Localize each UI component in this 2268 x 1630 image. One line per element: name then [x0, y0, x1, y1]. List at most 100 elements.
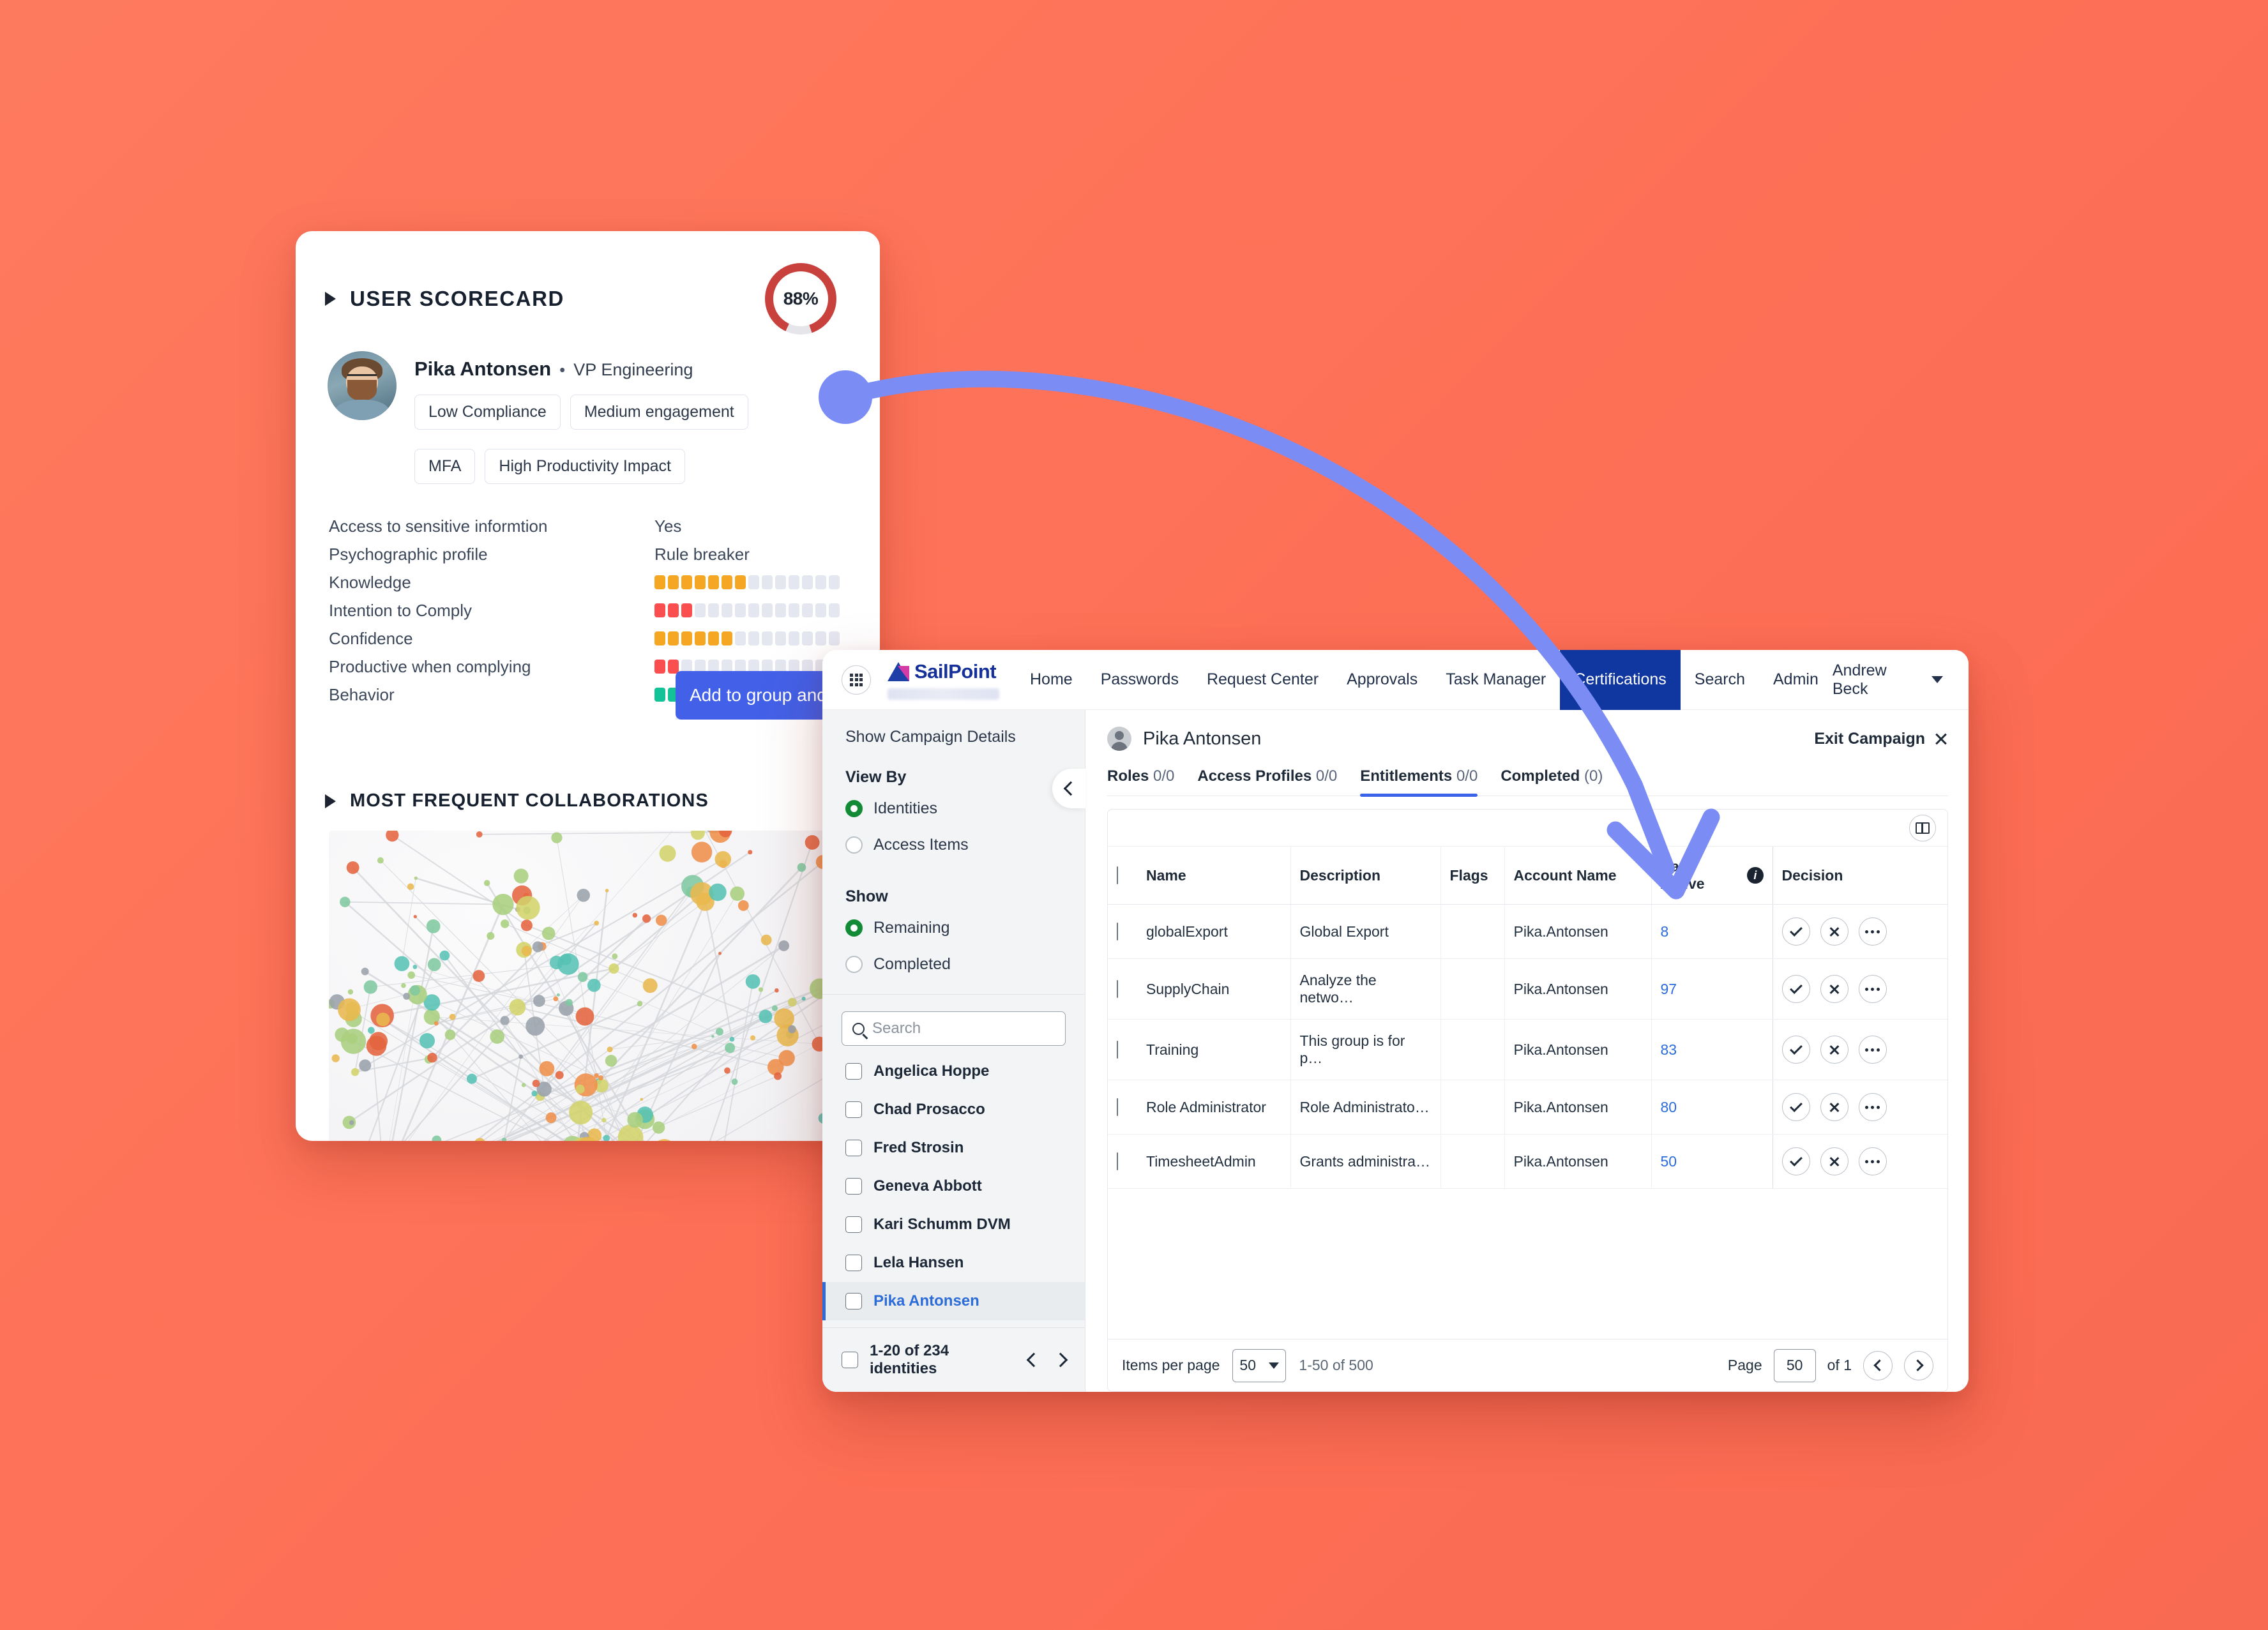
add-to-group-button[interactable]: Add to group and engage [676, 671, 822, 720]
nav-item-approvals[interactable]: Approvals [1333, 650, 1432, 710]
th-decision[interactable]: Decision [1772, 847, 1947, 905]
tab-entitlements[interactable]: Entitlements 0/0 [1360, 767, 1478, 797]
expand-caret-icon[interactable] [325, 292, 336, 306]
days-active-value[interactable]: 80 [1661, 1099, 1677, 1115]
list-item[interactable]: Angelica Hoppe [822, 1052, 1085, 1090]
row-checkbox[interactable] [1117, 979, 1118, 998]
nav-item-search[interactable]: Search [1681, 650, 1759, 710]
revoke-button[interactable] [1820, 975, 1848, 1003]
next-page-button[interactable] [1904, 1350, 1933, 1380]
th-days-active[interactable]: Days Active i [1651, 847, 1773, 905]
th-account-name[interactable]: Account Name [1504, 847, 1651, 905]
table-row[interactable]: globalExport Global Export Pika.Antonsen 8 [1108, 904, 1947, 959]
days-active-value[interactable]: 50 [1661, 1153, 1677, 1170]
td-decision [1772, 1134, 1947, 1189]
identity-checkbox[interactable] [845, 1178, 862, 1195]
td-select[interactable] [1108, 1080, 1137, 1135]
trait-chip[interactable]: Medium engagement [570, 395, 748, 430]
td-select[interactable] [1108, 958, 1137, 1020]
radio-show-completed[interactable]: Completed [822, 946, 1085, 983]
sidebar-divider [822, 994, 1085, 995]
th-flags[interactable]: Flags [1440, 847, 1504, 905]
show-campaign-details-link[interactable]: Show Campaign Details [822, 710, 1085, 753]
search-input[interactable] [872, 1020, 1055, 1038]
trait-chip[interactable]: Low Compliance [414, 395, 561, 430]
identity-checkbox[interactable] [845, 1255, 862, 1271]
table-row[interactable]: Role Administrator Role Administrato… Pika… [1108, 1080, 1947, 1135]
tab-roles[interactable]: Roles 0/0 [1107, 767, 1174, 796]
metric-row: Intention to Comply [329, 596, 850, 624]
more-actions-button[interactable] [1858, 1093, 1887, 1121]
nav-item-task-manager[interactable]: Task Manager [1432, 650, 1560, 710]
approve-button[interactable] [1781, 1093, 1810, 1121]
more-actions-button[interactable] [1858, 1147, 1887, 1175]
prev-identities-button[interactable] [1026, 1352, 1041, 1368]
nav-item-passwords[interactable]: Passwords [1087, 650, 1193, 710]
table-row[interactable]: TimesheetAdmin Grants administra… Pika.Ant… [1108, 1134, 1947, 1189]
approve-button[interactable] [1781, 975, 1810, 1003]
page-number-input[interactable]: 50 [1773, 1348, 1816, 1382]
th-name[interactable]: Name [1137, 847, 1290, 905]
exit-campaign-button[interactable]: Exit Campaign [1814, 730, 1948, 748]
items-per-page-select[interactable]: 50 [1232, 1348, 1287, 1382]
column-settings-button[interactable] [1909, 814, 1936, 841]
list-item[interactable]: Fred Strosin [822, 1129, 1085, 1167]
nav-item-request-center[interactable]: Request Center [1193, 650, 1333, 710]
td-select[interactable] [1108, 904, 1137, 959]
list-item[interactable]: Lela Hansen [822, 1244, 1085, 1282]
days-active-value[interactable]: 97 [1661, 981, 1677, 997]
identity-checkbox[interactable] [845, 1101, 862, 1118]
next-identities-button[interactable] [1053, 1352, 1068, 1368]
check-icon [1789, 1042, 1803, 1055]
expand-caret-icon[interactable] [325, 794, 336, 808]
table-row[interactable]: SupplyChain Analyze the netwo… Pika.Antons… [1108, 958, 1947, 1020]
more-actions-button[interactable] [1858, 975, 1887, 1003]
user-menu[interactable]: Andrew Beck [1833, 661, 1949, 698]
identity-checkbox[interactable] [845, 1063, 862, 1080]
prev-page-button[interactable] [1863, 1350, 1893, 1380]
info-icon[interactable]: i [1747, 867, 1764, 884]
radio-show-remaining[interactable]: Remaining [822, 910, 1085, 946]
tab-completed[interactable]: Completed (0) [1501, 767, 1603, 796]
row-checkbox[interactable] [1117, 1040, 1118, 1059]
days-active-value[interactable]: 83 [1661, 1041, 1677, 1058]
nav-item-certifications[interactable]: Certifications [1560, 650, 1681, 710]
radio-view-by-identities[interactable]: Identities [822, 790, 1085, 827]
more-actions-button[interactable] [1858, 1036, 1887, 1064]
td-select[interactable] [1108, 1134, 1137, 1189]
list-item[interactable]: Pika Antonsen [822, 1282, 1085, 1320]
select-all-rows-checkbox[interactable] [1117, 866, 1118, 884]
row-checkbox[interactable] [1117, 1152, 1118, 1170]
tab-access-profiles[interactable]: Access Profiles 0/0 [1197, 767, 1337, 796]
approve-button[interactable] [1781, 1036, 1810, 1064]
trait-chip[interactable]: High Productivity Impact [485, 449, 685, 484]
more-actions-button[interactable] [1858, 917, 1887, 946]
table-row[interactable]: Training This group is for p… Pika.Antonse… [1108, 1019, 1947, 1080]
revoke-button[interactable] [1820, 1036, 1848, 1064]
nav-item-admin[interactable]: Admin [1759, 650, 1833, 710]
app-launcher-grid-icon[interactable] [842, 665, 871, 695]
row-checkbox[interactable] [1117, 1098, 1118, 1116]
td-select[interactable] [1108, 1019, 1137, 1080]
identity-checkbox[interactable] [845, 1140, 862, 1156]
nav-item-home[interactable]: Home [1016, 650, 1087, 710]
identity-checkbox[interactable] [845, 1293, 862, 1309]
radio-view-by-access-items[interactable]: Access Items [822, 827, 1085, 863]
days-active-value[interactable]: 8 [1661, 923, 1669, 940]
revoke-button[interactable] [1820, 1147, 1848, 1175]
metric-segment [775, 603, 786, 617]
list-item[interactable]: Geneva Abbott [822, 1167, 1085, 1205]
th-description[interactable]: Description [1290, 847, 1440, 905]
approve-button[interactable] [1781, 917, 1810, 946]
revoke-button[interactable] [1820, 917, 1848, 946]
list-item[interactable]: Chad Prosacco [822, 1090, 1085, 1129]
revoke-button[interactable] [1820, 1093, 1848, 1121]
row-checkbox[interactable] [1117, 922, 1118, 940]
th-select-all[interactable] [1108, 847, 1137, 905]
identity-checkbox[interactable] [845, 1216, 862, 1233]
list-item[interactable]: Kari Schumm DVM [822, 1205, 1085, 1244]
select-all-checkbox[interactable] [842, 1352, 858, 1368]
trait-chip[interactable]: MFA [414, 449, 476, 484]
identity-search-box[interactable] [842, 1011, 1066, 1046]
approve-button[interactable] [1781, 1147, 1810, 1175]
